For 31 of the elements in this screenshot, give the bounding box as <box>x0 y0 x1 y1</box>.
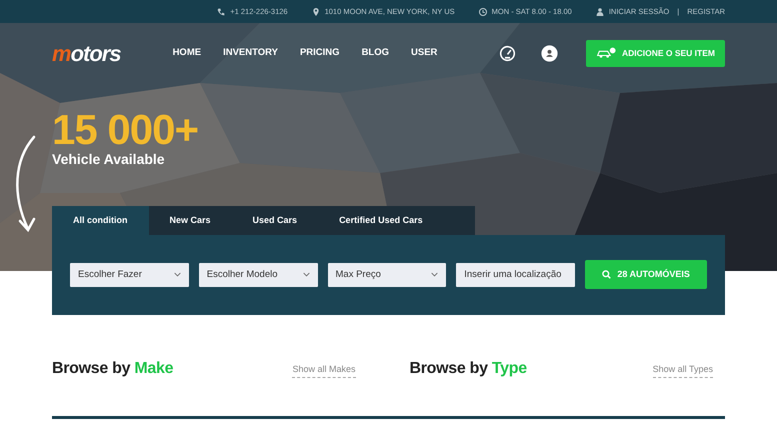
search-tab[interactable]: New Cars <box>148 206 232 235</box>
location-input[interactable]: Inserir uma localização <box>456 262 576 287</box>
search-tab[interactable]: Used Cars <box>232 206 318 235</box>
nav-link[interactable]: INVENTORY <box>223 46 278 60</box>
clock-icon <box>478 8 487 16</box>
search-tab[interactable]: Certified Used Cars <box>318 206 444 235</box>
chevron-down-icon <box>302 272 310 278</box>
nav-link[interactable]: BLOG <box>362 46 390 60</box>
chevron-down-icon <box>174 272 181 278</box>
user-icon[interactable] <box>540 44 558 62</box>
car-plus-icon <box>596 47 616 59</box>
nav-link[interactable]: HOME <box>172 46 202 60</box>
chevron-down-icon <box>431 272 438 278</box>
search-tab[interactable]: All condition <box>52 206 148 235</box>
show-all-link[interactable]: Show all Makes <box>292 363 356 378</box>
hero-subtitle: Vehicle Available <box>52 151 166 168</box>
logo[interactable]: motors <box>52 36 121 70</box>
user-icon <box>596 8 604 16</box>
show-all-link[interactable]: Show all Types <box>652 363 713 378</box>
location-pin-icon <box>312 8 320 16</box>
dropdown-field[interactable]: Max Preço <box>328 262 446 287</box>
section-heading: Browse by Type <box>410 358 527 378</box>
phone-icon <box>217 8 226 16</box>
search-icon <box>602 270 612 280</box>
nav-link[interactable]: PRICING <box>300 46 340 60</box>
section-heading: Browse by Make <box>52 358 174 378</box>
nav-link[interactable]: USER <box>411 46 438 60</box>
dropdown-field[interactable]: Escolher Fazer <box>70 262 189 287</box>
vehicle-count: 15 000+ <box>52 109 199 151</box>
speedometer-icon[interactable] <box>498 44 516 62</box>
dropdown-field[interactable]: Escolher Modelo <box>198 262 318 287</box>
